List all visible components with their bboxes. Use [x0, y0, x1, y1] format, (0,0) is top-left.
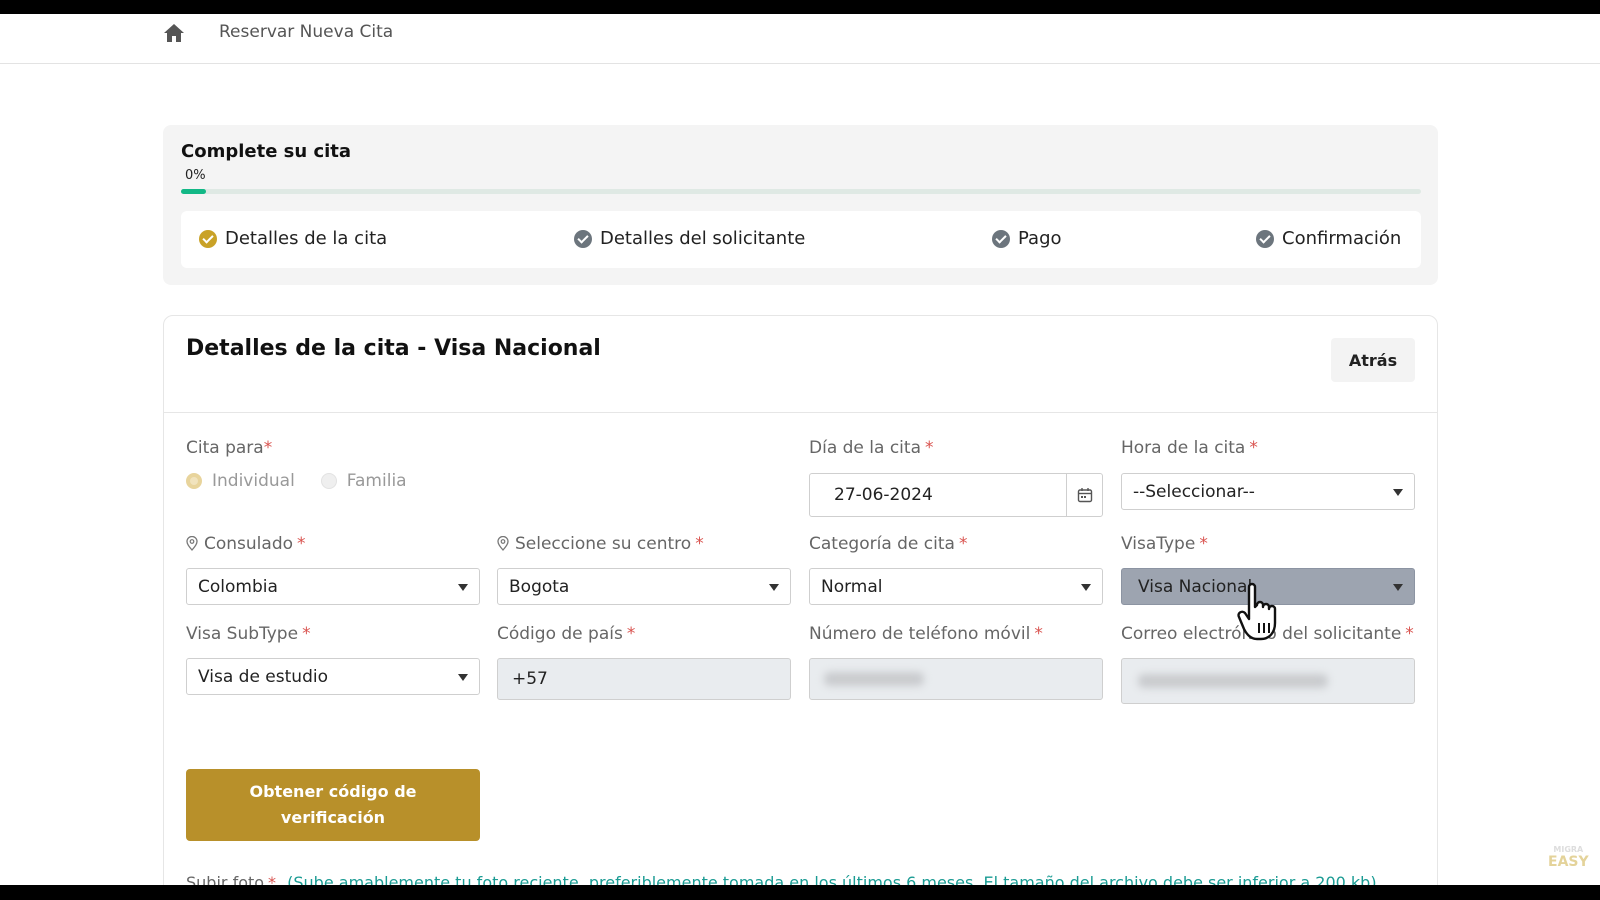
telefono-input[interactable]	[809, 658, 1103, 700]
form-title: Detalles de la cita - Visa Nacional	[186, 336, 601, 361]
progress-bar	[181, 189, 1421, 194]
home-icon[interactable]	[163, 23, 185, 43]
visa-subtype-label: Visa SubType *	[186, 624, 311, 644]
check-circle-icon	[1256, 229, 1274, 248]
codigo-pais-input[interactable]: +57	[497, 658, 791, 700]
migra-easy-watermark: MIGRA EASY	[1548, 845, 1589, 870]
upload-photo-row: Subir foto * (Sube amablemente tu foto re…	[186, 873, 1377, 885]
radio-individual[interactable]: Individual	[186, 471, 295, 491]
radio-checked-icon	[186, 473, 202, 489]
blurred-value	[1138, 674, 1328, 688]
location-pin-icon	[186, 536, 198, 551]
check-circle-icon	[992, 229, 1010, 248]
step-detalles-solicitante: Detalles del solicitante	[574, 228, 805, 249]
top-nav: Reservar Nueva Cita	[0, 14, 1600, 64]
upload-photo-label: Subir foto	[186, 873, 265, 885]
form-header: Detalles de la cita - Visa Nacional Atrá…	[164, 316, 1437, 413]
chevron-down-icon	[458, 584, 468, 591]
step-label: Detalles de la cita	[225, 228, 388, 249]
progress-fill	[181, 189, 206, 194]
steps-bar: Detalles de la cita Detalles del solicit…	[181, 211, 1421, 268]
blurred-value	[824, 672, 924, 686]
centro-select[interactable]: Bogota	[497, 568, 791, 605]
correo-input[interactable]	[1121, 658, 1415, 704]
cita-para-label: Cita para*	[186, 438, 273, 458]
consulado-label: Consulado *	[186, 534, 306, 554]
hora-cita-select[interactable]: --Seleccionar--	[1121, 473, 1415, 510]
chevron-down-icon	[769, 584, 779, 591]
location-pin-icon	[497, 536, 509, 551]
chevron-down-icon	[458, 674, 468, 681]
hora-cita-label: Hora de la cita *	[1121, 438, 1258, 458]
telefono-label: Número de teléfono móvil *	[809, 624, 1043, 644]
categoria-select[interactable]: Normal	[809, 568, 1103, 605]
step-detalles-cita: Detalles de la cita	[199, 228, 387, 249]
step-label: Pago	[1018, 228, 1062, 249]
check-circle-icon	[199, 229, 217, 248]
step-label: Confirmación	[1282, 228, 1402, 249]
step-confirmacion: Confirmación	[1256, 228, 1401, 249]
hand-pointer-cursor-icon	[1237, 582, 1277, 641]
chevron-down-icon	[1393, 584, 1403, 591]
back-button[interactable]: Atrás	[1331, 338, 1415, 382]
progress-title: Complete su cita	[181, 141, 352, 162]
chevron-down-icon	[1393, 489, 1403, 496]
visatype-label: VisaType *	[1121, 534, 1208, 554]
cita-para-radio-group: Individual Familia	[186, 471, 407, 491]
app-screen: Reservar Nueva Cita Complete su cita 0% …	[0, 14, 1600, 885]
upload-photo-hint: (Sube amablemente tu foto reciente, pref…	[287, 873, 1377, 885]
radio-unchecked-icon	[320, 473, 337, 489]
progress-card: Complete su cita 0% Detalles de la cita …	[163, 125, 1438, 285]
visa-subtype-select[interactable]: Visa de estudio	[186, 658, 480, 695]
breadcrumb: Reservar Nueva Cita	[219, 22, 394, 42]
step-pago: Pago	[992, 228, 1062, 249]
dia-cita-label: Día de la cita *	[809, 438, 934, 458]
dia-cita-date-input[interactable]: 27-06-2024	[809, 473, 1103, 517]
get-verification-code-button[interactable]: Obtener código de verificación	[186, 769, 480, 841]
codigo-pais-label: Código de país *	[497, 624, 636, 644]
centro-label: Seleccione su centro *	[497, 534, 704, 554]
categoria-label: Categoría de cita *	[809, 534, 968, 554]
radio-familia[interactable]: Familia	[320, 471, 407, 491]
progress-percent-label: 0%	[185, 168, 206, 183]
chevron-down-icon	[1081, 584, 1091, 591]
step-label: Detalles del solicitante	[600, 228, 806, 249]
check-circle-icon	[574, 229, 592, 248]
consulado-select[interactable]: Colombia	[186, 568, 480, 605]
calendar-icon[interactable]	[1066, 474, 1102, 516]
